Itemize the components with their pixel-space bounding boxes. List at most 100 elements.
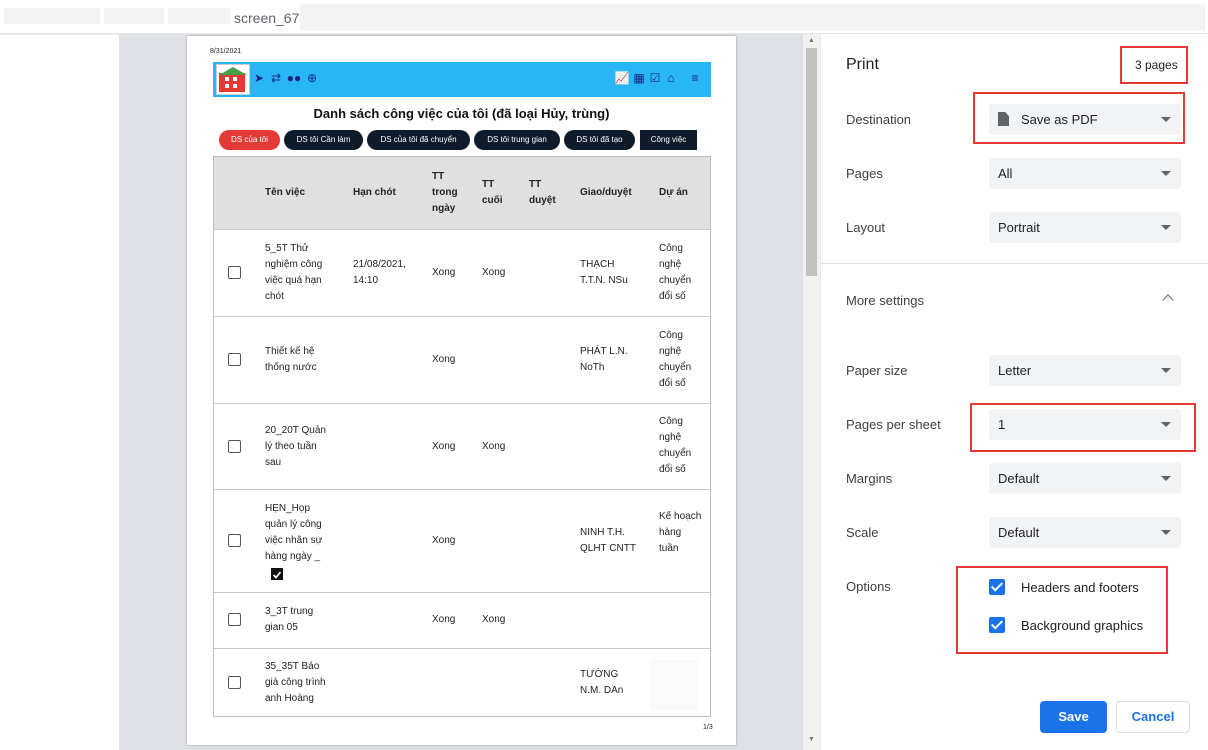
cancel-button[interactable]: Cancel	[1116, 701, 1190, 733]
task-project: Công nghệ chuyển đổi số	[659, 330, 692, 389]
app-header-bar: ➤ ⇄ ●● ⊕ 📈 ▦ ☑ ⌂ ≡	[213, 62, 711, 97]
task-tt-day: Xong	[432, 441, 456, 452]
rocket-icon[interactable]: ➤	[251, 70, 267, 86]
task-assign: TƯỜNG N.M. DAn	[580, 669, 624, 696]
row-checkbox[interactable]	[228, 676, 241, 689]
row-checkbox[interactable]	[228, 613, 241, 626]
document-title: Danh sách công việc của tôi (đã loại Hủy…	[313, 106, 610, 121]
tab-created[interactable]: DS tôi đã tạo	[564, 130, 635, 150]
table-row[interactable]: 35_35T Báo giá công trình anh Hoàng TƯỜN…	[214, 648, 710, 716]
table-header: Tên việc Hạn chót TT trong ngày TT cuối …	[214, 157, 710, 229]
blurred-tab	[104, 8, 164, 24]
dropdown-caret-icon	[1161, 171, 1171, 176]
paper-size-select[interactable]: Letter	[989, 355, 1181, 386]
task-assign: THẠCH T.T.N. NSu	[580, 259, 628, 286]
task-table: Tên việc Hạn chót TT trong ngày TT cuối …	[213, 156, 711, 717]
scale-select[interactable]: Default	[989, 517, 1181, 548]
print-title: Print	[846, 56, 879, 73]
tab-intermediate[interactable]: DS tôi trung gian	[474, 130, 560, 150]
dropdown-caret-icon	[1161, 117, 1171, 122]
project-placeholder	[650, 659, 698, 711]
save-button[interactable]: Save	[1040, 701, 1107, 733]
task-tt-day: Xong	[432, 354, 456, 365]
checked-badge-icon	[271, 568, 283, 580]
dropdown-caret-icon	[1161, 225, 1171, 230]
row-checkbox[interactable]	[228, 534, 241, 547]
tab-jobs[interactable]: Công việc	[640, 130, 697, 150]
tab-transferred[interactable]: DS của tôi đã chuyển	[367, 130, 470, 150]
pages-select[interactable]: All	[989, 158, 1181, 189]
task-tt-day: Xong	[432, 267, 456, 278]
pages-per-sheet-select[interactable]: 1	[989, 409, 1181, 440]
scroll-thumb[interactable]	[806, 48, 817, 276]
calendar-icon[interactable]: ▦	[631, 70, 647, 86]
dropdown-caret-icon	[1161, 422, 1171, 427]
pages-per-sheet-value: 1	[998, 417, 1006, 432]
paper-size-label: Paper size	[846, 363, 908, 378]
paper-size-value: Letter	[998, 363, 1032, 378]
chart-icon[interactable]: 📈	[614, 70, 630, 86]
background-graphics-checkbox[interactable]	[989, 617, 1005, 633]
header-tt-final: TT cuối	[482, 179, 503, 206]
layout-select[interactable]: Portrait	[989, 212, 1181, 243]
row-checkbox[interactable]	[228, 353, 241, 366]
header-name: Tên việc	[265, 187, 306, 198]
scale-label: Scale	[846, 525, 879, 540]
layout-value: Portrait	[998, 220, 1040, 235]
task-name[interactable]: HẸN_Họp quản lý công việc nhân sự hàng n…	[265, 501, 331, 565]
table-row[interactable]: 20_20T Quản lý theo tuần sau Xong Xong C…	[214, 403, 710, 489]
settings-divider	[821, 263, 1208, 264]
blurred-tab	[4, 8, 100, 24]
task-assign: PHÁT L.N. NoTh	[580, 346, 628, 373]
destination-label: Destination	[846, 112, 912, 127]
header-assign: Giao/duyệt	[580, 187, 632, 198]
table-row[interactable]: Thiết kế hệ thống nước Xong PHÁT L.N. No…	[214, 316, 710, 403]
calendar-check-icon[interactable]: ☑	[647, 70, 663, 86]
add-circle-icon[interactable]: ⊕	[304, 70, 320, 86]
tab-my-list[interactable]: DS của tôi	[219, 130, 280, 150]
more-settings-toggle[interactable]: More settings	[846, 293, 924, 308]
table-row[interactable]: 3_3T trung gian 05 Xong Xong	[214, 592, 710, 648]
task-name[interactable]: 20_20T Quản lý theo tuần sau	[265, 423, 335, 471]
task-project: Kế hoạch hàng tuần	[659, 511, 702, 554]
layout-label: Layout	[846, 220, 886, 235]
tab-todo[interactable]: DS tôi Cần làm	[284, 130, 363, 150]
row-checkbox[interactable]	[228, 266, 241, 279]
pages-label: Pages	[846, 166, 883, 181]
chevron-up-icon[interactable]	[1162, 294, 1174, 306]
task-name[interactable]: 5_5T Thử nghiệm công việc quá hạn chót	[265, 241, 335, 305]
table-row[interactable]: 5_5T Thử nghiệm công việc quá hạn chót 2…	[214, 229, 710, 316]
task-tt-final: Xong	[482, 267, 506, 278]
margins-label: Margins	[846, 471, 893, 486]
scroll-down-arrow[interactable]: ▼	[806, 735, 817, 745]
row-checkbox[interactable]	[228, 440, 241, 453]
dropdown-caret-icon	[1161, 530, 1171, 535]
task-name[interactable]: 35_35T Báo giá công trình anh Hoàng	[265, 659, 335, 707]
margins-value: Default	[998, 471, 1040, 486]
headers-footers-label[interactable]: Headers and footers	[1021, 580, 1139, 595]
task-tt-final: Xong	[482, 614, 506, 625]
background-graphics-label[interactable]: Background graphics	[1021, 618, 1143, 633]
scale-value: Default	[998, 525, 1040, 540]
destination-select[interactable]: Save as PDF	[989, 104, 1181, 135]
users-icon[interactable]: ●●	[286, 70, 302, 86]
blurred-toolbar	[300, 4, 1205, 31]
task-name[interactable]: Thiết kế hệ thống nước	[265, 344, 329, 376]
task-assign: NINH T.H. QLHT CNTT	[580, 527, 636, 554]
exchange-icon[interactable]: ⇄	[268, 70, 284, 86]
task-project: Công nghệ chuyển đổi số	[659, 243, 692, 302]
table-row[interactable]: HẸN_Họp quản lý công việc nhân sự hàng n…	[214, 489, 710, 592]
task-name[interactable]: 3_3T trung gian 05	[265, 604, 325, 636]
headers-footers-checkbox[interactable]	[989, 579, 1005, 595]
home-icon[interactable]: ⌂	[663, 70, 679, 86]
task-tt-day: Xong	[432, 614, 456, 625]
header-project: Dự án	[659, 187, 688, 198]
preview-page: 8/31/2021 ➤ ⇄ ●● ⊕ 📈 ▦ ☑ ⌂ ≡ Danh sách c…	[187, 36, 736, 745]
margins-select[interactable]: Default	[989, 463, 1181, 494]
company-logo	[216, 64, 250, 95]
scroll-up-arrow[interactable]: ▲	[806, 36, 817, 46]
menu-icon[interactable]: ≡	[687, 70, 703, 86]
page-number: 1/3	[703, 724, 713, 731]
task-project: Công nghệ chuyển đổi số	[659, 416, 692, 475]
blurred-tab	[168, 8, 230, 24]
